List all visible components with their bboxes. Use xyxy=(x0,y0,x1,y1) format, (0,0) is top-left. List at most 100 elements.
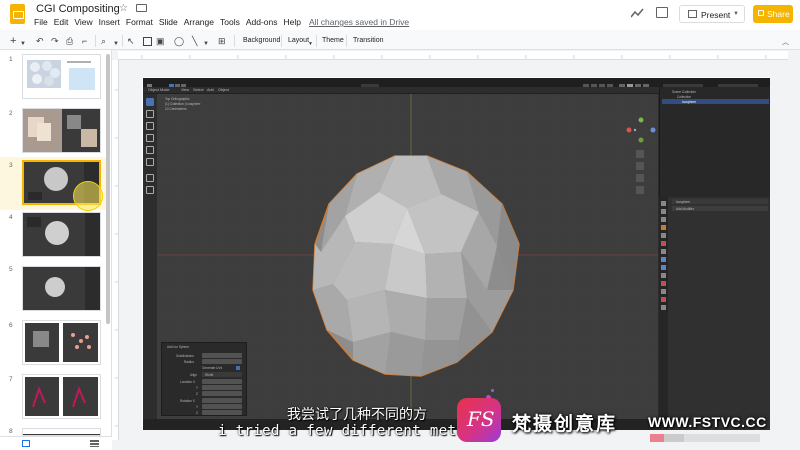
watermark-strip xyxy=(650,434,760,442)
toolbar-divider xyxy=(122,35,123,47)
transform-tool-icon[interactable] xyxy=(146,158,154,166)
bl-menu-select[interactable]: Select xyxy=(193,88,204,92)
menu-format[interactable]: Format xyxy=(126,17,153,27)
new-slide-icon[interactable]: + xyxy=(10,35,16,47)
document-title[interactable]: CGI Compositing xyxy=(36,3,120,15)
rotation-y-field[interactable] xyxy=(202,404,242,409)
subdivisions-field[interactable] xyxy=(202,353,242,358)
bl-menu-object[interactable]: Object xyxy=(218,88,229,92)
toolbar-divider xyxy=(316,35,317,47)
annotate-tool-icon[interactable] xyxy=(146,174,154,182)
shape-icon[interactable]: ◯ xyxy=(174,35,184,47)
add-ico-sphere-panel[interactable]: Add Ico Sphere Subdivisions Radius Gener… xyxy=(161,342,247,416)
location-y-label: Y xyxy=(196,386,199,390)
slide-1-preview xyxy=(27,60,95,90)
blender-top-header xyxy=(143,78,770,89)
menu-insert[interactable]: Insert xyxy=(99,17,120,27)
align-label: Align xyxy=(190,373,198,377)
measure-tool-icon[interactable] xyxy=(146,186,154,194)
outliner-selected-row[interactable] xyxy=(662,99,769,104)
select-box-tool-icon[interactable] xyxy=(146,98,154,106)
redo-icon[interactable]: ↷ xyxy=(51,35,59,47)
title-bar: CGI Compositing ☆ File Edit View Insert … xyxy=(0,0,800,30)
menu-file[interactable]: File xyxy=(34,17,48,27)
watermark-site-name: 梵摄创意库 xyxy=(512,413,618,435)
filmstrip-view-icon[interactable] xyxy=(90,440,99,447)
generate-uvs-label: Generate UVs xyxy=(202,366,223,370)
present-dropdown-icon[interactable]: ▼ xyxy=(733,11,739,17)
slide-number: 4 xyxy=(9,214,13,221)
folder-icon[interactable] xyxy=(136,4,147,12)
transition-button[interactable]: Transition xyxy=(353,37,383,44)
slide-thumbnail-2[interactable] xyxy=(22,108,101,153)
slide-thumbnail-1[interactable] xyxy=(22,54,101,99)
menu-tools[interactable]: Tools xyxy=(220,17,240,27)
menu-view[interactable]: View xyxy=(74,17,92,27)
menu-addons[interactable]: Add-ons xyxy=(246,17,278,27)
layout-dropdown-icon[interactable]: ▼ xyxy=(308,38,313,50)
text-box-icon[interactable] xyxy=(143,37,152,46)
slides-logo-icon[interactable] xyxy=(10,4,25,24)
object-mode-dropdown[interactable]: Object Mode xyxy=(148,88,170,92)
viewport-info-collection: (1) Collection | Icosphere xyxy=(165,102,201,106)
collapse-toolbar-icon[interactable]: ︿ xyxy=(782,37,789,49)
menu-arrange[interactable]: Arrange xyxy=(184,17,214,27)
zoom-icon[interactable]: ⌕ xyxy=(101,35,106,47)
location-x-field[interactable] xyxy=(202,379,242,384)
scale-tool-icon[interactable] xyxy=(146,146,154,154)
line-dropdown-icon[interactable]: ▼ xyxy=(203,38,209,50)
activity-trend-icon[interactable] xyxy=(631,8,644,18)
slides-app: CGI Compositing ☆ File Edit View Insert … xyxy=(0,0,800,450)
location-y-field[interactable] xyxy=(202,385,242,390)
share-button[interactable]: Share xyxy=(753,5,793,23)
paint-format-icon[interactable]: ⌐ xyxy=(82,35,87,47)
zoom-dropdown-icon[interactable]: ▼ xyxy=(113,38,119,50)
blender-screenshot-image[interactable]: Object Mode View Select Add Object Top O… xyxy=(143,78,770,430)
slide-thumbnail-8[interactable] xyxy=(22,428,101,436)
toolbar-divider xyxy=(234,35,235,47)
bl-menu-view[interactable]: View xyxy=(181,88,189,92)
slide-thumbnail-4[interactable] xyxy=(22,212,101,257)
layout-button[interactable]: Layout xyxy=(288,37,309,44)
background-button[interactable]: Background xyxy=(243,37,280,44)
grid-view-icon[interactable] xyxy=(22,440,30,447)
present-screen-icon xyxy=(688,10,697,18)
comment-icon[interactable] xyxy=(656,7,668,18)
slide-thumbnail-5[interactable] xyxy=(22,266,101,311)
print-icon[interactable]: ⎙ xyxy=(66,35,73,47)
rotation-x-field[interactable] xyxy=(202,398,242,403)
star-icon[interactable]: ☆ xyxy=(119,3,128,14)
rotation-z-field[interactable] xyxy=(202,410,242,415)
image-icon[interactable]: ▣ xyxy=(156,35,165,47)
menu-edit[interactable]: Edit xyxy=(54,17,69,27)
radius-field[interactable] xyxy=(202,359,242,364)
comment-add-icon[interactable]: ⊞ xyxy=(218,35,226,47)
lock-icon xyxy=(758,10,764,16)
rotate-tool-icon[interactable] xyxy=(146,134,154,142)
slide-number: 3 xyxy=(9,162,13,169)
select-cursor-icon[interactable]: ↖ xyxy=(127,35,135,47)
undo-icon[interactable]: ↶ xyxy=(36,35,44,47)
new-slide-dropdown-icon[interactable]: ▼ xyxy=(20,38,26,50)
blender-properties: Icosphere Add Modifier xyxy=(659,197,770,430)
outliner-icosphere[interactable]: Icosphere xyxy=(682,100,696,104)
subtitle-chinese: 我尝试了几种不同的方 xyxy=(287,407,427,423)
slide-thumbnail-7[interactable] xyxy=(22,374,101,419)
save-status[interactable]: All changes saved in Drive xyxy=(309,17,409,27)
outliner-scene-collection[interactable]: Scene Collection xyxy=(672,90,696,94)
subdivisions-label: Subdivisions xyxy=(176,354,194,358)
move-tool-icon[interactable] xyxy=(146,122,154,130)
theme-button[interactable]: Theme xyxy=(322,37,344,44)
location-z-field[interactable] xyxy=(202,391,242,396)
bl-menu-add[interactable]: Add xyxy=(207,88,214,92)
line-icon[interactable]: ╲ xyxy=(192,35,197,47)
slide-number: 2 xyxy=(9,110,13,117)
menu-slide[interactable]: Slide xyxy=(159,17,178,27)
slide-thumbnail-6[interactable] xyxy=(22,320,101,365)
cursor-highlight xyxy=(73,181,103,211)
generate-uvs-checkbox[interactable] xyxy=(236,366,240,370)
filmstrip-scrollbar[interactable] xyxy=(106,54,110,324)
menu-help[interactable]: Help xyxy=(284,17,301,27)
align-value: World xyxy=(205,373,214,377)
cursor-tool-icon[interactable] xyxy=(146,110,154,118)
